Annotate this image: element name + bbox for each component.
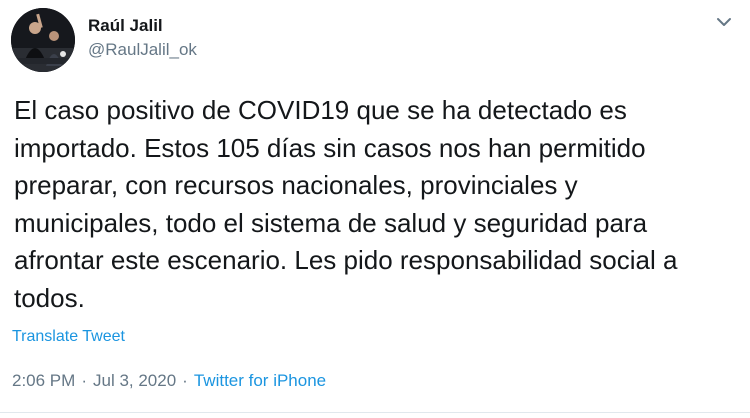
translate-tweet-link[interactable]: Translate Tweet <box>12 327 125 347</box>
more-options-button[interactable] <box>714 14 734 30</box>
tweet-source-link[interactable]: Twitter for iPhone <box>194 371 326 390</box>
avatar-photo <box>11 8 75 72</box>
author-handle[interactable]: @RaulJalil_ok <box>88 40 197 60</box>
author-display-name[interactable]: Raúl Jalil <box>88 16 163 36</box>
tweet-metadata: 2:06 PM · Jul 3, 2020 · Twitter for iPhone <box>12 370 326 392</box>
meta-separator: · <box>182 371 188 390</box>
tweet-time[interactable]: 2:06 PM <box>12 371 75 390</box>
avatar[interactable] <box>11 8 75 72</box>
chevron-down-icon <box>717 18 731 26</box>
tweet-card: Raúl Jalil @RaulJalil_ok El caso positiv… <box>0 0 750 418</box>
tweet-text: El caso positivo de COVID19 que se ha de… <box>14 95 678 313</box>
divider <box>0 412 750 413</box>
meta-separator: · <box>81 371 87 390</box>
tweet-date[interactable]: Jul 3, 2020 <box>93 371 176 390</box>
